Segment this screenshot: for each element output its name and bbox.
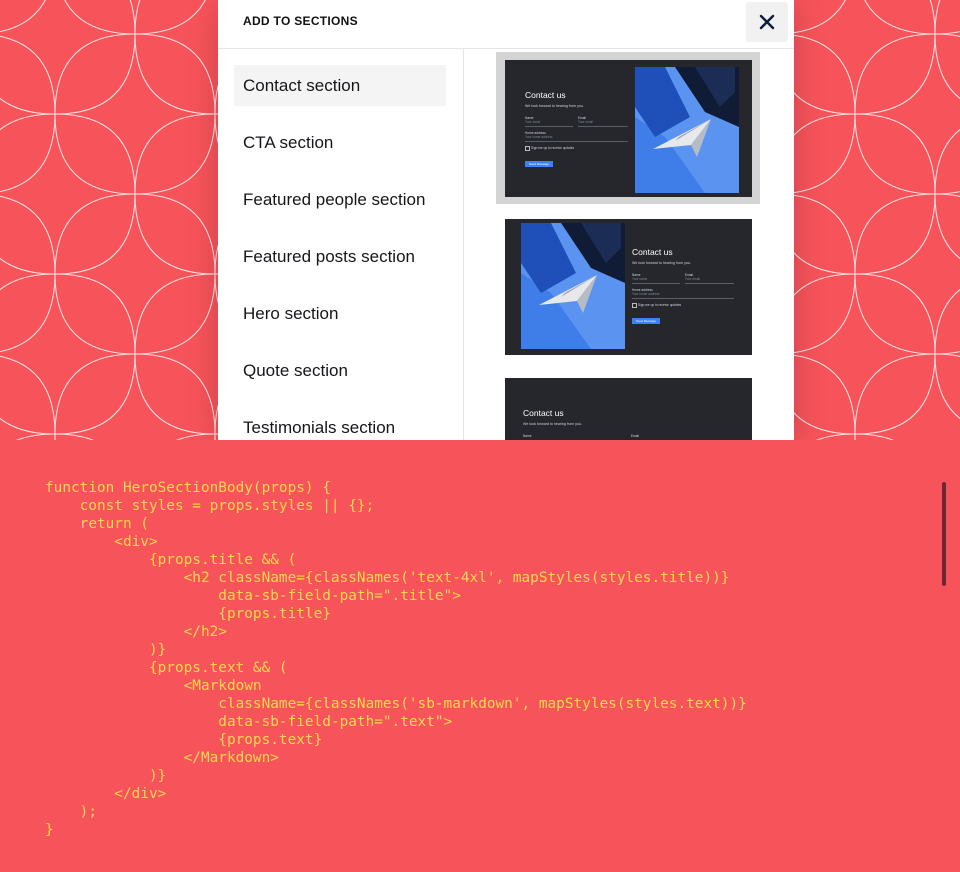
- section-list: Contact section CTA section Featured peo…: [218, 49, 464, 440]
- preview-heading: Contact us: [632, 247, 673, 257]
- preview-thumbnail-1[interactable]: Contact us We look forward to hearing fr…: [505, 60, 752, 197]
- preview-name-placeholder: Your name: [632, 277, 648, 281]
- section-item-quote[interactable]: Quote section: [234, 350, 446, 391]
- code-line: {props.text && (: [45, 660, 288, 676]
- preview-checkbox-label: Sign me up to receive updates: [531, 146, 575, 150]
- preview-thumbnail-2[interactable]: Contact us We look forward to hearing fr…: [505, 219, 752, 355]
- preview-input-line: [525, 126, 573, 127]
- preview-input-line: [578, 126, 628, 127]
- code-line: )}: [45, 642, 167, 658]
- modal-header: ADD TO SECTIONS: [218, 0, 794, 49]
- preview-email-label: Email: [631, 434, 639, 438]
- section-item-cta[interactable]: CTA section: [234, 122, 446, 163]
- background-pattern-area: ADD TO SECTIONS Contact section CTA sect…: [0, 0, 960, 440]
- preview-subtitle: We look forward to hearing from you.: [632, 261, 691, 265]
- section-item-contact[interactable]: Contact section: [234, 65, 446, 106]
- preview-send-button: Send Message: [632, 318, 660, 324]
- code-block: function HeroSectionBody(props) { const …: [45, 479, 747, 839]
- preview-send-button: Send Message: [525, 161, 553, 167]
- preview-name-label: Name: [523, 434, 532, 438]
- code-line: data-sb-field-path=".title">: [45, 588, 461, 604]
- preview-input-line: [525, 141, 628, 142]
- preview-input-line: [632, 283, 680, 284]
- code-line: className={classNames('sb-markdown', map…: [45, 696, 747, 712]
- preview-home-placeholder: Your home address: [525, 135, 553, 139]
- code-line: {props.title}: [45, 606, 331, 622]
- code-line: </Markdown>: [45, 750, 279, 766]
- preview-email-placeholder: Your email: [685, 277, 700, 281]
- code-line: <Markdown: [45, 678, 262, 694]
- code-line: <div>: [45, 534, 158, 550]
- code-line: );: [45, 804, 97, 820]
- preview-name-placeholder: Your name: [525, 120, 541, 124]
- preview-input-line: [632, 298, 734, 299]
- preview-checkbox: [632, 303, 637, 308]
- code-panel: function HeroSectionBody(props) { const …: [0, 440, 960, 872]
- preview-input-line: [685, 283, 734, 284]
- paper-plane-image: [635, 67, 739, 193]
- code-line: </div>: [45, 786, 167, 802]
- code-line: return (: [45, 516, 149, 532]
- add-to-sections-modal: ADD TO SECTIONS Contact section CTA sect…: [218, 0, 794, 440]
- section-item-hero[interactable]: Hero section: [234, 293, 446, 334]
- section-item-testimonials[interactable]: Testimonials section: [234, 407, 446, 440]
- code-line: const styles = props.styles || {};: [45, 498, 375, 514]
- preview-home-placeholder: Your home address: [632, 292, 660, 296]
- preview-thumbnail-3[interactable]: Contact us We look forward to hearing fr…: [505, 378, 752, 440]
- preview-checkbox: [525, 146, 530, 151]
- preview-heading: Contact us: [523, 408, 564, 418]
- code-scrollbar[interactable]: [942, 482, 946, 586]
- code-line: }: [45, 822, 54, 838]
- preview-heading: Contact us: [525, 90, 566, 100]
- modal-title: ADD TO SECTIONS: [243, 14, 358, 28]
- preview-subtitle: We look forward to hearing from you.: [525, 104, 584, 108]
- paper-plane-image: [521, 223, 625, 349]
- code-line: function HeroSectionBody(props) {: [45, 480, 331, 496]
- code-line: <h2 className={classNames('text-4xl', ma…: [45, 570, 730, 586]
- close-icon: [759, 14, 775, 30]
- section-item-featured-people[interactable]: Featured people section: [234, 179, 446, 220]
- preview-checkbox-label: Sign me up to receive updates: [638, 303, 682, 307]
- section-item-featured-posts[interactable]: Featured posts section: [234, 236, 446, 277]
- code-line: {props.title && (: [45, 552, 297, 568]
- preview-list: Contact us We look forward to hearing fr…: [464, 49, 794, 440]
- code-line: )}: [45, 768, 167, 784]
- close-button[interactable]: [746, 2, 788, 42]
- preview-email-placeholder: Your email: [578, 120, 593, 124]
- preview-subtitle: We look forward to hearing from you.: [523, 422, 582, 426]
- code-line: data-sb-field-path=".text">: [45, 714, 453, 730]
- code-line: {props.text}: [45, 732, 323, 748]
- code-line: </h2>: [45, 624, 227, 640]
